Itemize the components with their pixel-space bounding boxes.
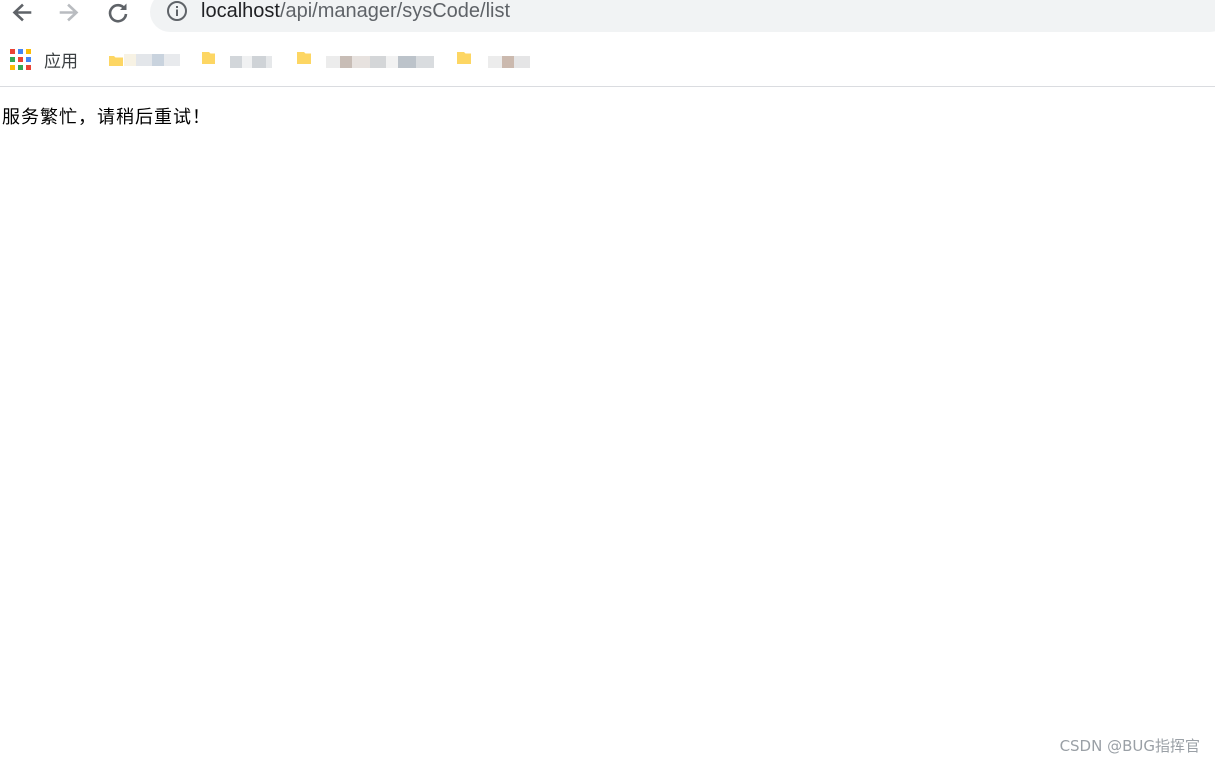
redacted-label: [488, 56, 530, 68]
csdn-watermark: CSDN @BUG指挥官: [1059, 737, 1200, 755]
error-message: 服务繁忙，请稍后重试！: [2, 107, 211, 128]
arrow-left-icon: [12, 3, 32, 22]
bookmark-item[interactable]: [108, 48, 180, 72]
bookmarks-bar: 应用: [0, 38, 1215, 86]
redacted-label: [230, 56, 272, 68]
url-path: /api/manager/sysCode/list: [279, 0, 511, 22]
browser-toolbar: localhost/api/manager/sysCode/list: [0, 0, 1215, 36]
bookmark-item[interactable]: [196, 48, 272, 72]
folder-icon: [457, 52, 471, 64]
bookmark-item[interactable]: [294, 48, 436, 72]
folder-icon: [297, 52, 311, 64]
redacted-label: [124, 54, 180, 66]
arrow-right-icon: [59, 3, 79, 22]
url-host: localhost: [201, 0, 280, 22]
reload-button[interactable]: [104, 0, 132, 26]
reload-icon: [108, 3, 128, 23]
apps-grid-icon: [10, 48, 31, 70]
back-button[interactable]: [8, 0, 36, 26]
folder-icon: [109, 56, 123, 66]
apps-label: 应用: [44, 51, 78, 72]
forward-button[interactable]: [55, 0, 83, 26]
folder-icon: [202, 52, 215, 64]
bookmark-item[interactable]: [454, 48, 532, 72]
address-bar[interactable]: localhost/api/manager/sysCode/list: [150, 0, 1215, 32]
info-icon[interactable]: [166, 0, 188, 22]
url-text[interactable]: localhost/api/manager/sysCode/list: [201, 0, 510, 24]
apps-shortcut[interactable]: 应用: [10, 48, 78, 72]
toolbar-divider: [0, 86, 1215, 87]
redacted-label: [326, 56, 434, 68]
